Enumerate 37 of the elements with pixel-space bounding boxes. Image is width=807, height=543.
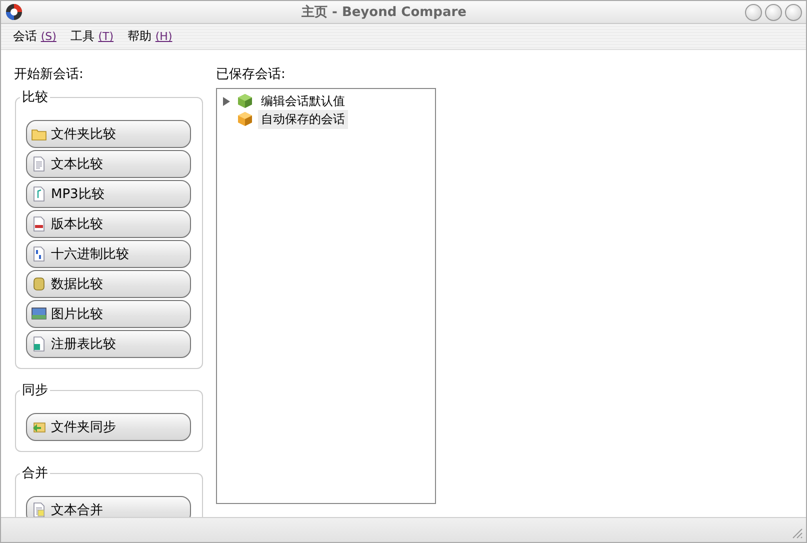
section-heading: 已保存会话: xyxy=(216,66,286,82)
menu-item[interactable]: 工具 (T) xyxy=(70,28,114,45)
group-title: 同步 xyxy=(21,382,49,399)
menu-item[interactable]: 帮助 (H) xyxy=(128,28,172,45)
session-button[interactable]: 版本比较 xyxy=(26,210,191,238)
session-button[interactable]: 注册表比较 xyxy=(26,330,191,358)
session-button[interactable]: 图片比较 xyxy=(26,300,191,328)
session-button[interactable]: 数据比较 xyxy=(26,270,191,298)
minimize-button[interactable] xyxy=(745,4,762,20)
session-button[interactable]: 十六进制比较 xyxy=(26,240,191,268)
hex-icon xyxy=(31,246,47,262)
window-title: 主页 - Beyond Compare xyxy=(300,4,468,21)
maximize-button[interactable] xyxy=(765,4,782,20)
session-button[interactable]: 文本比较 xyxy=(26,150,191,178)
session-button[interactable]: 文件夹同步 xyxy=(26,413,191,441)
section-heading: 开始新会话: xyxy=(14,66,84,82)
mp3-icon xyxy=(31,186,47,202)
merge-icon xyxy=(31,502,47,517)
app-logo-icon xyxy=(5,3,23,21)
tree-item[interactable]: 编辑会话默认值 xyxy=(258,92,348,110)
cube-icon xyxy=(237,93,253,109)
version-icon xyxy=(31,216,47,232)
picture-icon xyxy=(31,306,47,322)
registry-icon xyxy=(31,336,47,352)
close-button[interactable] xyxy=(785,4,802,20)
menu-item[interactable]: 会话 (S) xyxy=(13,28,56,45)
group-title: 比较 xyxy=(21,89,49,106)
tree-item[interactable]: 自动保存的会话 xyxy=(258,110,348,128)
session-button[interactable]: 文件夹比较 xyxy=(26,120,191,148)
text-icon xyxy=(31,156,47,172)
group-title: 合并 xyxy=(21,465,49,482)
session-button[interactable]: 文本合并 xyxy=(26,496,191,517)
resize-grip-icon[interactable] xyxy=(792,528,803,539)
expand-arrow-icon[interactable] xyxy=(223,96,230,106)
cube-icon xyxy=(237,111,253,127)
session-button[interactable]: MP3比较 xyxy=(26,180,191,208)
data-icon xyxy=(31,276,47,292)
